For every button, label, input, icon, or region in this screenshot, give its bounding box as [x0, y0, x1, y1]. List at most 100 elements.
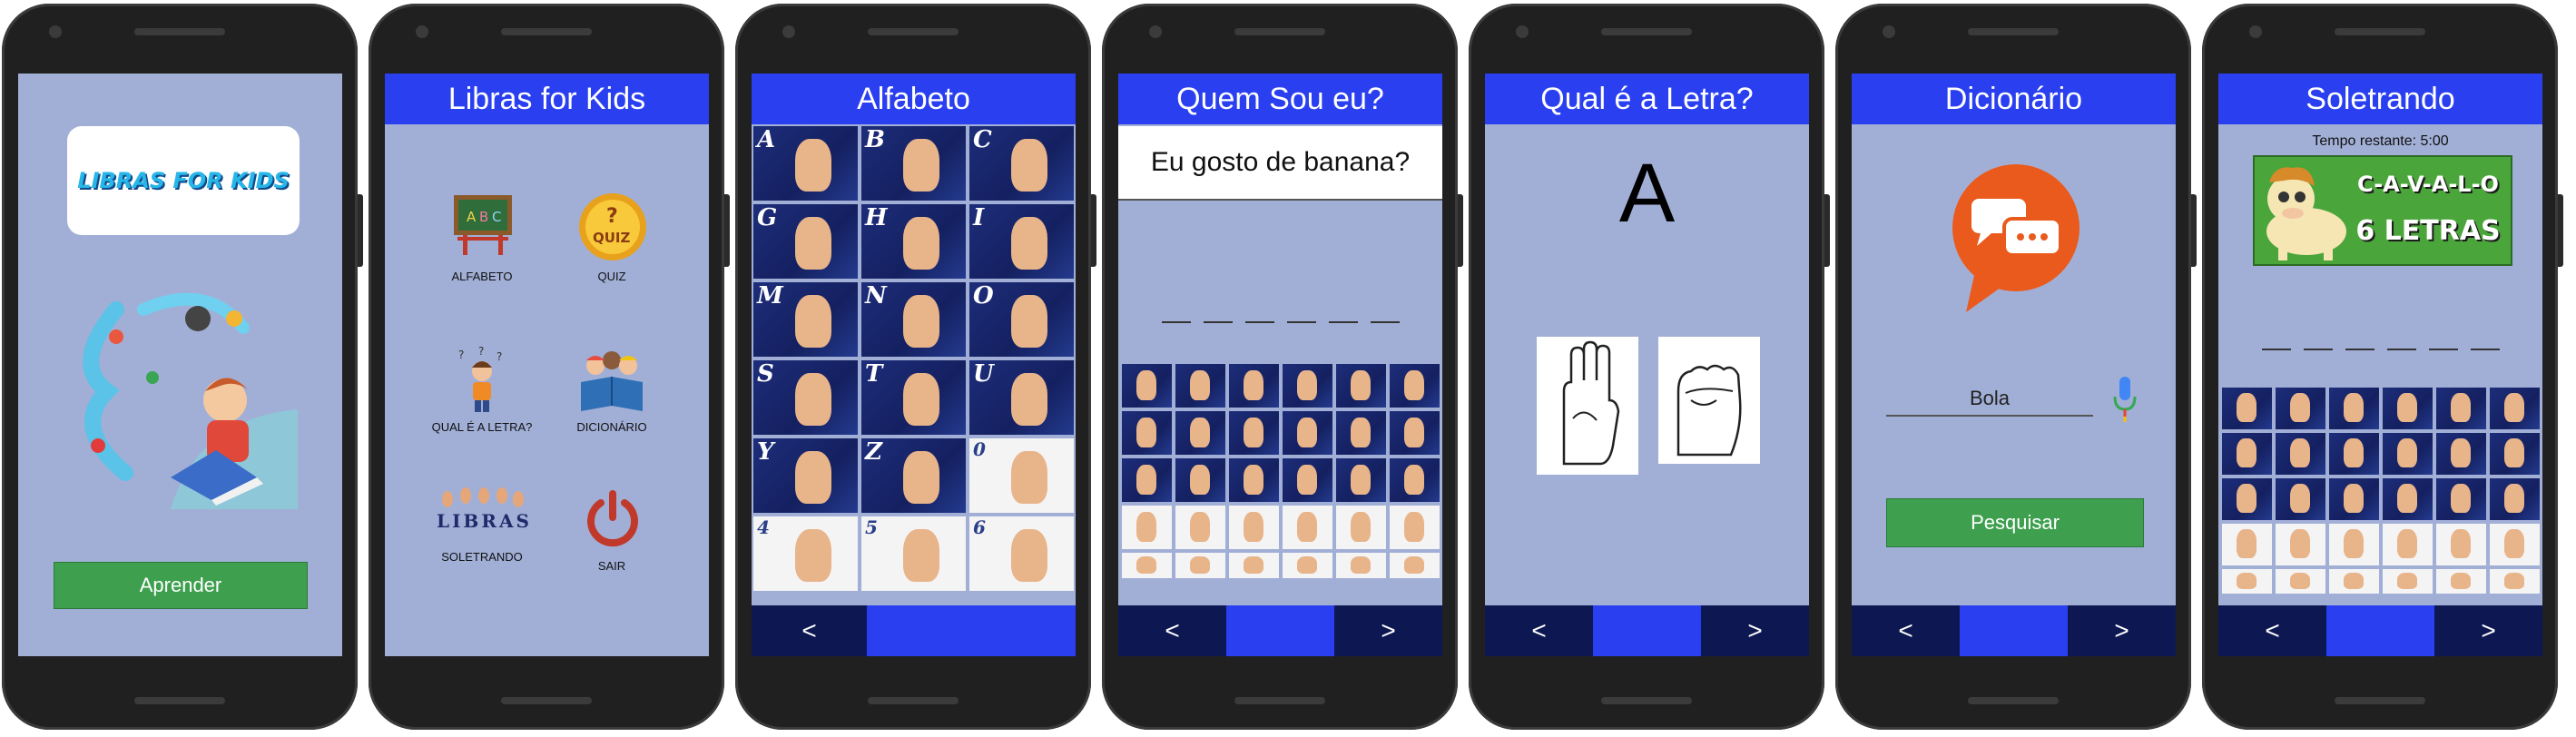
sign-key[interactable]: [2490, 569, 2540, 594]
sign-key[interactable]: [1283, 458, 1332, 502]
microphone-icon[interactable]: [2111, 375, 2138, 424]
sign-key[interactable]: [2329, 433, 2379, 475]
sign-key[interactable]: [1175, 458, 1225, 502]
sign-tile[interactable]: G: [753, 204, 858, 279]
sign-key[interactable]: [1122, 458, 1172, 502]
sign-key[interactable]: [1229, 411, 1279, 455]
search-input[interactable]: Bola: [1886, 382, 2093, 417]
sign-key[interactable]: [1390, 411, 1440, 455]
sign-key[interactable]: [1229, 458, 1279, 502]
sign-key[interactable]: [1390, 458, 1440, 502]
sign-key[interactable]: [1283, 364, 1332, 408]
sign-key[interactable]: [2222, 524, 2272, 565]
prev-button[interactable]: <: [1485, 605, 1593, 656]
sign-key[interactable]: [1336, 364, 1386, 408]
sign-key[interactable]: [2436, 478, 2486, 520]
sign-key[interactable]: [2436, 433, 2486, 475]
learn-button[interactable]: Aprender: [54, 562, 308, 609]
menu-item-alfabeto[interactable]: A B C ALFABETO: [428, 192, 536, 291]
sign-key[interactable]: [2490, 524, 2540, 565]
sign-key[interactable]: [2490, 388, 2540, 429]
menu-item-qual-letra[interactable]: ? ? ? QUAL É A LETRA?: [428, 346, 536, 446]
next-button[interactable]: >: [2068, 605, 2176, 656]
prev-button[interactable]: <: [752, 605, 867, 656]
sign-key[interactable]: [2383, 388, 2433, 429]
next-area[interactable]: [867, 605, 1076, 656]
sign-key[interactable]: [1229, 553, 1279, 578]
sign-key[interactable]: [1283, 553, 1332, 578]
sign-key[interactable]: [1122, 553, 1172, 578]
sign-key[interactable]: [2276, 433, 2325, 475]
next-button[interactable]: >: [2434, 605, 2542, 656]
sign-key[interactable]: [2383, 433, 2433, 475]
sign-key[interactable]: [2329, 524, 2379, 565]
sign-key[interactable]: [2490, 433, 2540, 475]
prev-button[interactable]: <: [1118, 605, 1226, 656]
sign-key[interactable]: [1175, 364, 1225, 408]
next-button[interactable]: >: [1334, 605, 1442, 656]
menu-item-quiz[interactable]: ? QUIZ QUIZ: [557, 192, 666, 291]
sign-key[interactable]: [2276, 569, 2325, 594]
sign-tile[interactable]: I: [969, 204, 1074, 279]
sign-tile[interactable]: M: [753, 282, 858, 357]
sign-tile[interactable]: 5: [861, 516, 966, 591]
sign-key[interactable]: [2276, 524, 2325, 565]
sign-tile[interactable]: S: [753, 360, 858, 435]
sign-tile[interactable]: Z: [861, 438, 966, 513]
sign-tile[interactable]: U: [969, 360, 1074, 435]
sign-key[interactable]: [2383, 524, 2433, 565]
search-button[interactable]: Pesquisar: [1886, 498, 2144, 547]
sign-key[interactable]: [2222, 569, 2272, 594]
sign-tile[interactable]: N: [861, 282, 966, 357]
sign-key[interactable]: [2436, 388, 2486, 429]
sign-tile[interactable]: C: [969, 126, 1074, 201]
sign-key[interactable]: [1175, 506, 1225, 549]
sign-key[interactable]: [2276, 388, 2325, 429]
sign-tile[interactable]: 6: [969, 516, 1074, 591]
sign-tile[interactable]: H: [861, 204, 966, 279]
menu-item-soletrando[interactable]: LIBRAS SOLETRANDO: [428, 486, 536, 577]
sign-key[interactable]: [2329, 569, 2379, 594]
menu-item-sair[interactable]: SAIR: [557, 486, 666, 577]
sign-option-card[interactable]: [1537, 337, 1638, 475]
sign-key[interactable]: [1336, 506, 1386, 549]
sign-key[interactable]: [1336, 553, 1386, 578]
sign-tile[interactable]: T: [861, 360, 966, 435]
sign-key[interactable]: [1283, 506, 1332, 549]
sign-tile[interactable]: 0: [969, 438, 1074, 513]
sign-key[interactable]: [1390, 364, 1440, 408]
sign-key[interactable]: [1390, 506, 1440, 549]
sign-key[interactable]: [1229, 364, 1279, 408]
sign-key[interactable]: [1122, 411, 1172, 455]
sign-key[interactable]: [2329, 388, 2379, 429]
menu-item-dicionario[interactable]: DICIONÁRIO: [557, 346, 666, 446]
sign-key[interactable]: [1390, 553, 1440, 578]
sign-key[interactable]: [2222, 478, 2272, 520]
sign-tile[interactable]: 4: [753, 516, 858, 591]
prev-button[interactable]: <: [1852, 605, 1960, 656]
sign-key[interactable]: [2329, 478, 2379, 520]
sign-key[interactable]: [1229, 506, 1279, 549]
sign-key[interactable]: [2436, 569, 2486, 594]
sign-key[interactable]: [1336, 458, 1386, 502]
sign-tile[interactable]: B: [861, 126, 966, 201]
sign-key[interactable]: [1336, 411, 1386, 455]
sign-key[interactable]: [1175, 411, 1225, 455]
sign-key[interactable]: [1175, 553, 1225, 578]
sign-key[interactable]: [2490, 478, 2540, 520]
sign-key[interactable]: [2222, 433, 2272, 475]
sign-option-card[interactable]: [1658, 337, 1760, 464]
sign-key[interactable]: [2276, 478, 2325, 520]
sign-key[interactable]: [2222, 388, 2272, 429]
sign-key[interactable]: [2383, 569, 2433, 594]
sign-key[interactable]: [1122, 506, 1172, 549]
next-button[interactable]: >: [1701, 605, 1809, 656]
sign-key[interactable]: [1122, 364, 1172, 408]
sign-key[interactable]: [2436, 524, 2486, 565]
sign-tile[interactable]: O: [969, 282, 1074, 357]
sign-key[interactable]: [2383, 478, 2433, 520]
sign-tile[interactable]: A: [753, 126, 858, 201]
sign-key[interactable]: [1283, 411, 1332, 455]
prev-button[interactable]: <: [2218, 605, 2326, 656]
sign-tile[interactable]: Y: [753, 438, 858, 513]
